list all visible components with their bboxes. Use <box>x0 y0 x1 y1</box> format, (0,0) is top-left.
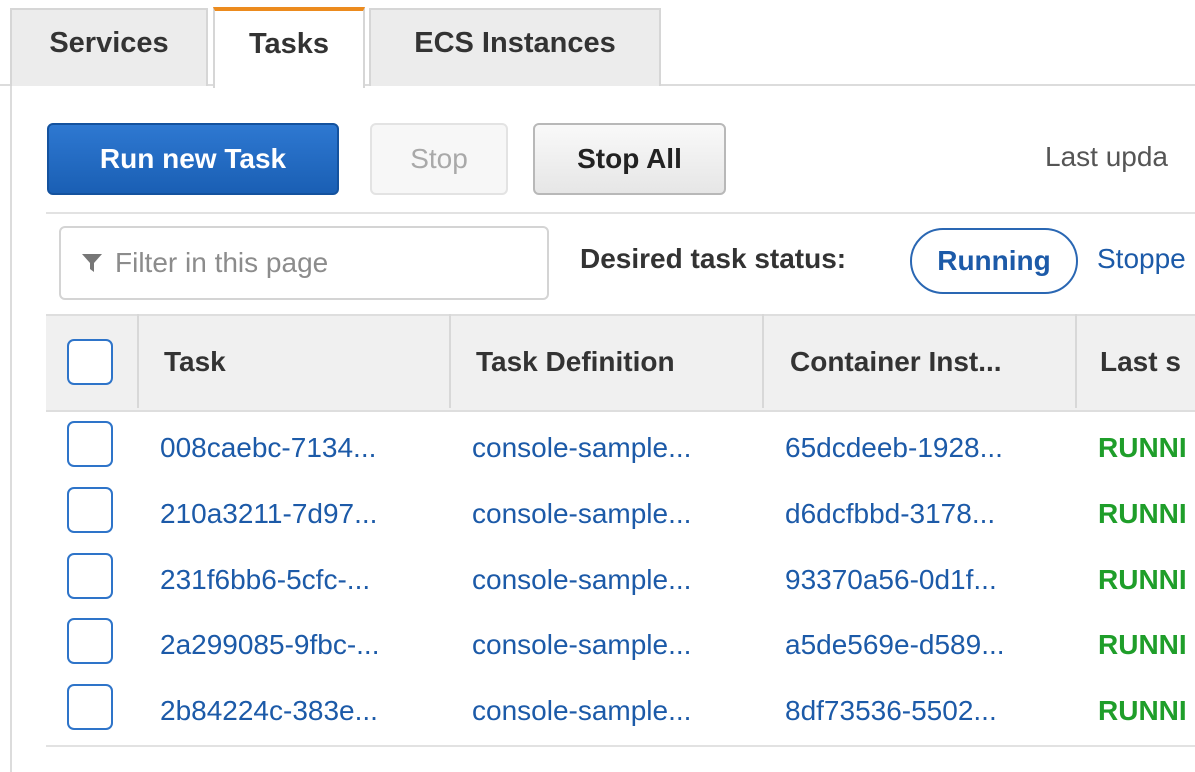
tab-tasks[interactable]: Tasks <box>213 7 365 88</box>
container-instance-link[interactable]: 93370a56-0d1f... <box>785 564 997 596</box>
task-definition-link[interactable]: console-sample... <box>472 432 691 464</box>
filter-placeholder: Filter in this page <box>115 247 329 278</box>
status-badge: RUNNI <box>1098 629 1187 660</box>
task-id-link[interactable]: 008caebc-7134... <box>160 432 376 464</box>
desired-status-label: Desired task status: <box>580 243 847 274</box>
row-checkbox[interactable] <box>67 421 113 467</box>
container-instance-link[interactable]: 65dcdeeb-1928... <box>785 432 1003 464</box>
row-checkbox[interactable] <box>67 553 113 599</box>
column-divider <box>137 314 139 408</box>
toolbar-divider <box>46 212 1195 214</box>
filter-input[interactable]: Filter in this page <box>59 226 549 300</box>
column-divider <box>1075 314 1077 408</box>
status-running-toggle[interactable]: Running <box>910 228 1078 294</box>
column-header-task-definition[interactable]: Task Definition <box>476 346 675 378</box>
column-divider <box>449 314 451 408</box>
column-header-task[interactable]: Task <box>164 346 226 378</box>
task-definition-link[interactable]: console-sample... <box>472 564 691 596</box>
container-instance-link[interactable]: d6dcfbbd-3178... <box>785 498 995 530</box>
panel-border <box>10 86 12 772</box>
column-header-last-status[interactable]: Last s <box>1100 346 1181 378</box>
task-id-link[interactable]: 231f6bb6-5cfc-... <box>160 564 370 596</box>
task-id-link[interactable]: 2b84224c-383e... <box>160 695 378 727</box>
container-instance-link[interactable]: 8df73536-5502... <box>785 695 997 727</box>
status-badge: RUNNI <box>1098 432 1187 463</box>
tab-bar: Services Tasks ECS Instances <box>0 0 1195 88</box>
tab-services[interactable]: Services <box>10 8 208 86</box>
status-badge: RUNNI <box>1098 498 1187 529</box>
run-new-task-button[interactable]: Run new Task <box>47 123 339 195</box>
task-definition-link[interactable]: console-sample... <box>472 629 691 661</box>
last-updated-label: Last upda <box>1045 141 1168 172</box>
row-checkbox[interactable] <box>67 487 113 533</box>
column-divider <box>762 314 764 408</box>
tab-ecs-instances[interactable]: ECS Instances <box>369 8 661 86</box>
container-instance-link[interactable]: a5de569e-d589... <box>785 629 1005 661</box>
filter-funnel-icon <box>82 254 102 272</box>
status-badge: RUNNI <box>1098 564 1187 595</box>
task-id-link[interactable]: 210a3211-7d97... <box>160 498 377 530</box>
status-badge: RUNNI <box>1098 695 1187 726</box>
table-bottom-divider <box>46 745 1195 747</box>
row-checkbox[interactable] <box>67 684 113 730</box>
stop-button[interactable]: Stop <box>370 123 508 195</box>
select-all-checkbox[interactable] <box>67 339 113 385</box>
task-id-link[interactable]: 2a299085-9fbc-... <box>160 629 380 661</box>
task-definition-link[interactable]: console-sample... <box>472 695 691 727</box>
stop-all-button[interactable]: Stop All <box>533 123 726 195</box>
row-checkbox[interactable] <box>67 618 113 664</box>
column-header-container-instance[interactable]: Container Inst... <box>790 346 1002 378</box>
task-definition-link[interactable]: console-sample... <box>472 498 691 530</box>
status-stopped-link[interactable]: Stoppe <box>1097 243 1186 275</box>
